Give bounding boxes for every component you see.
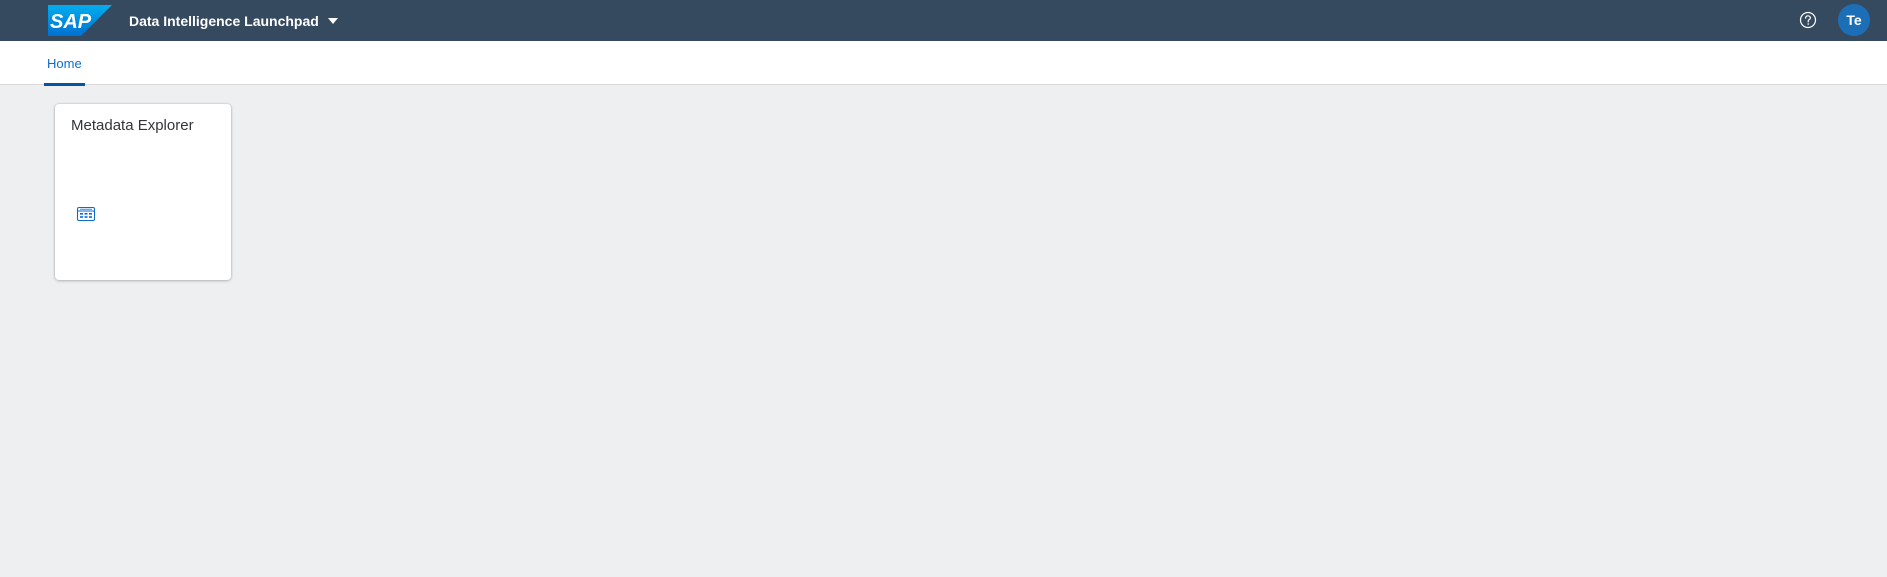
tab-home-label: Home — [47, 55, 82, 71]
app-title: Data Intelligence Launchpad — [129, 12, 319, 29]
tile-title: Metadata Explorer — [71, 117, 194, 134]
tab-home[interactable]: Home — [44, 41, 85, 86]
tile-metadata-explorer[interactable]: Metadata Explorer — [55, 104, 231, 280]
sap-logo[interactable]: SAP — [48, 5, 112, 36]
user-avatar[interactable]: Te — [1838, 4, 1870, 36]
app-title-menu[interactable]: Data Intelligence Launchpad — [129, 0, 338, 41]
catalog-icon — [76, 206, 96, 222]
shell-bar: SAP Data Intelligence Launchpad Te — [0, 0, 1887, 41]
tab-bar: Home — [0, 41, 1887, 86]
caret-down-icon — [327, 17, 338, 24]
help-icon[interactable] — [1799, 11, 1817, 29]
sap-logo-text: SAP — [50, 11, 92, 33]
tab-selected-indicator — [44, 83, 85, 86]
